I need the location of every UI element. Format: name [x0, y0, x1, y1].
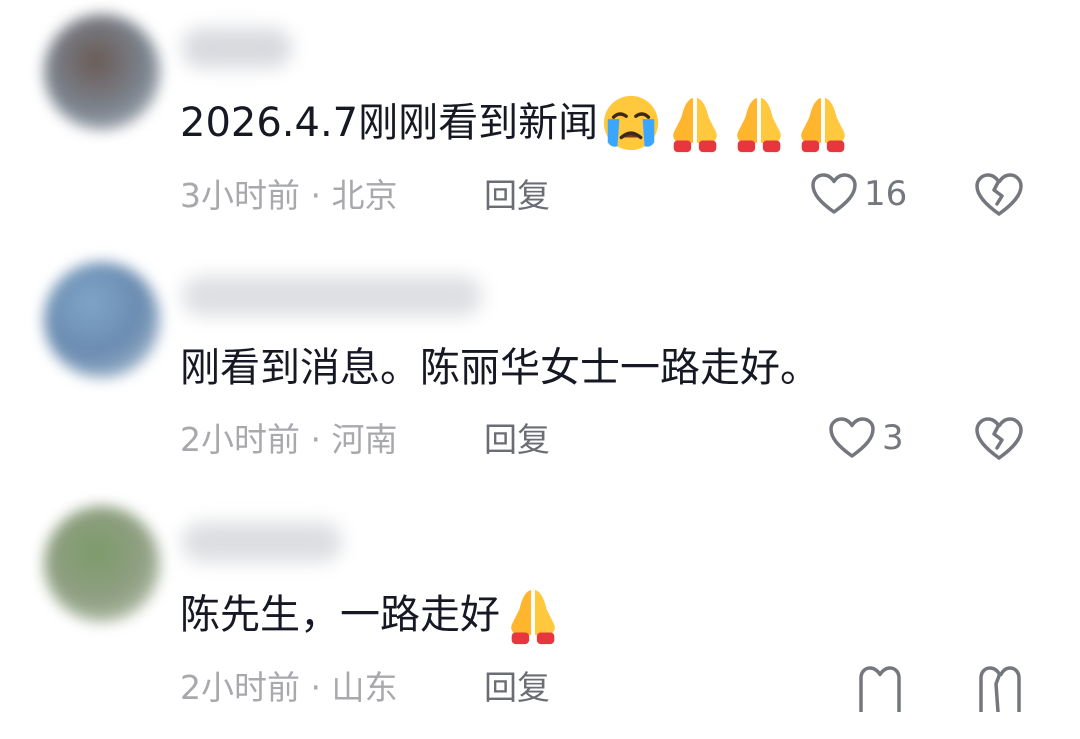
- comment-text: 刚看到消息。陈丽华女士一路走好。: [180, 340, 820, 396]
- comment-text-body: 刚看到消息。陈丽华女士一路走好。: [180, 345, 820, 391]
- comment-location: 山东: [331, 668, 398, 707]
- comment-time: 2小时前: [180, 420, 300, 459]
- like-count: 3: [882, 418, 904, 458]
- meta-separator: ·: [300, 420, 332, 459]
- folded-hands-emoji-icon: [801, 97, 845, 153]
- username-blurred[interactable]: [182, 28, 292, 68]
- heart-icon: [811, 173, 857, 214]
- comment-time: 3小时前: [180, 176, 300, 215]
- like-count: 16: [864, 174, 908, 214]
- avatar[interactable]: [44, 262, 160, 378]
- broken-heart-icon[interactable]: [974, 172, 1024, 218]
- comment-text: 2026.4.7刚刚看到新闻: [180, 92, 854, 154]
- crying-face-emoji-icon: [604, 95, 659, 151]
- comment-location: 河南: [331, 420, 398, 459]
- username-blurred[interactable]: [182, 276, 482, 316]
- reply-button[interactable]: 回复: [484, 174, 550, 218]
- reply-button[interactable]: 回复: [484, 418, 550, 462]
- comment-meta: 2小时前 · 河南: [180, 418, 397, 462]
- username-blurred[interactable]: [182, 522, 342, 562]
- broken-heart-icon[interactable]: [976, 664, 1024, 712]
- comment-text-body: 2026.4.7刚刚看到新闻: [180, 100, 599, 146]
- meta-separator: ·: [300, 176, 332, 215]
- comment-location: 北京: [331, 176, 398, 215]
- like-button[interactable]: 16: [810, 172, 907, 216]
- broken-heart-icon[interactable]: [974, 416, 1024, 462]
- heart-icon[interactable]: [856, 664, 904, 712]
- comment-text-body: 陈先生，一路走好: [180, 592, 500, 638]
- comment-meta: 2小时前 · 山东: [180, 666, 397, 710]
- comment-text: 陈先生，一路走好: [180, 584, 564, 646]
- reply-button[interactable]: 回复: [484, 666, 550, 710]
- avatar[interactable]: [44, 14, 160, 130]
- heart-icon: [829, 417, 875, 458]
- like-button[interactable]: 3: [828, 416, 904, 460]
- comment-meta: 3小时前 · 北京: [180, 174, 397, 218]
- folded-hands-emoji-icon: [737, 97, 781, 153]
- folded-hands-emoji-icon: [673, 97, 717, 153]
- folded-hands-emoji-icon: [511, 589, 555, 645]
- avatar[interactable]: [44, 506, 160, 622]
- comment-time: 2小时前: [180, 668, 300, 707]
- meta-separator: ·: [300, 668, 332, 707]
